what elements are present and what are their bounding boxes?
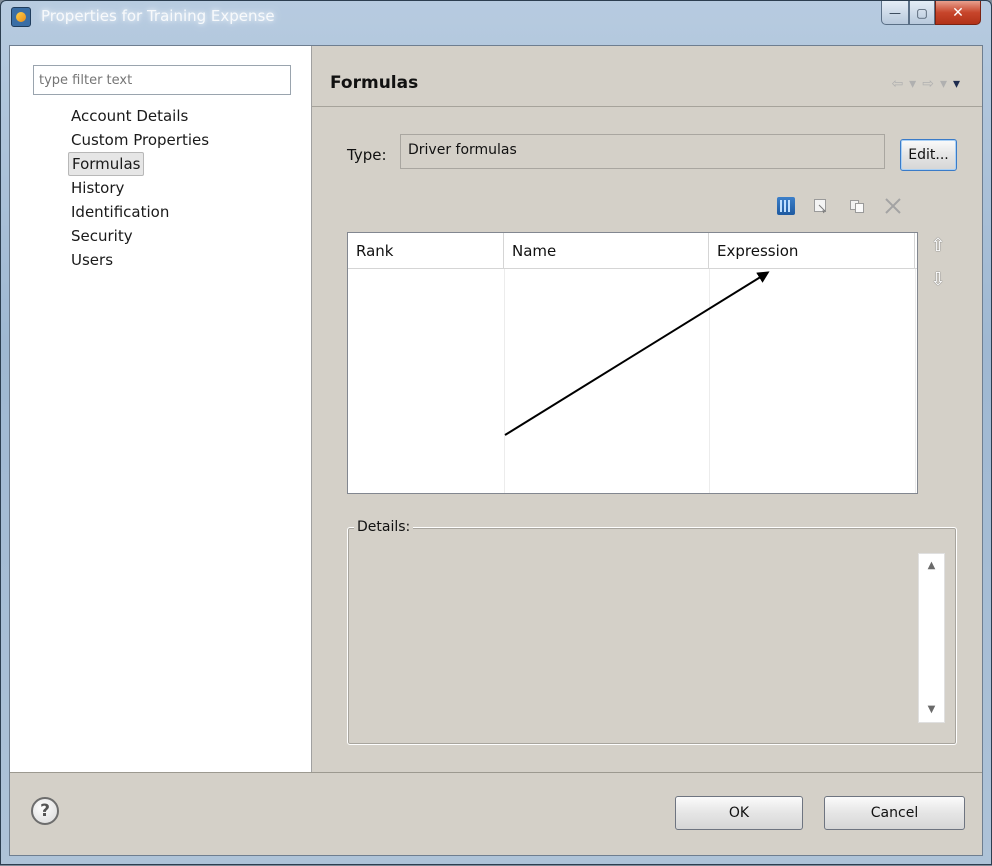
maximize-icon: ▢ <box>916 5 928 20</box>
filter-input[interactable] <box>33 65 291 95</box>
tree-item-formulas[interactable]: Formulas <box>68 152 212 176</box>
column-header-name[interactable]: Name <box>504 233 709 269</box>
forward-arrow-icon[interactable]: ⇨ <box>922 76 940 92</box>
maximize-button[interactable]: ▢ <box>909 1 935 25</box>
details-label: Details: <box>354 519 414 535</box>
page-title: Formulas <box>330 73 419 93</box>
formulas-page: Formulas ⇦▾⇨▾▾ Type: Driver formulas Edi… <box>312 46 982 772</box>
tree-item-identification[interactable]: Identification <box>68 200 212 224</box>
tree-item-label: Security <box>71 227 133 245</box>
title-divider <box>312 106 982 107</box>
minimize-icon: — <box>889 5 901 20</box>
app-icon <box>11 7 31 27</box>
formulas-table: Rank Name Expression <box>347 232 918 494</box>
minimize-button[interactable]: — <box>881 1 909 25</box>
tree-item-label: Custom Properties <box>71 131 210 149</box>
delete-formula-icon[interactable] <box>883 196 903 216</box>
tree-item-users[interactable]: Users <box>68 248 212 272</box>
ok-button[interactable]: OK <box>675 796 803 830</box>
forward-dropdown-icon[interactable]: ▾ <box>940 76 953 92</box>
tree-item-label: History <box>71 179 125 197</box>
view-menu-icon[interactable]: ▾ <box>953 76 966 92</box>
copy-formula-icon[interactable] <box>847 196 867 216</box>
back-arrow-icon[interactable]: ⇦ <box>891 76 909 92</box>
window-title: Properties for Training Expense <box>41 7 275 25</box>
category-tree: Account Details Custom Properties Formul… <box>68 104 212 272</box>
help-icon[interactable]: ? <box>31 797 59 825</box>
column-divider <box>504 269 505 493</box>
tree-item-account-details[interactable]: Account Details <box>68 104 212 128</box>
type-field: Driver formulas <box>400 134 885 169</box>
new-formula-icon[interactable] <box>777 197 795 215</box>
tree-item-history[interactable]: History <box>68 176 212 200</box>
column-header-rank[interactable]: Rank <box>348 233 504 269</box>
move-down-icon[interactable]: ⇩ <box>929 270 947 290</box>
table-header: Rank Name Expression <box>348 233 917 269</box>
title-bar[interactable]: Properties for Training Expense — ▢ ✕ <box>1 1 991 45</box>
page-navigation: ⇦▾⇨▾▾ <box>891 76 966 92</box>
tree-item-security[interactable]: Security <box>68 224 212 248</box>
cancel-button[interactable]: Cancel <box>824 796 965 830</box>
column-divider <box>915 269 916 493</box>
scroll-up-icon[interactable]: ▲ <box>919 556 944 576</box>
reorder-buttons: ⇧ ⇩ <box>929 236 947 290</box>
edit-formula-icon[interactable] <box>811 196 831 216</box>
caption-buttons: — ▢ ✕ <box>881 1 981 27</box>
tree-item-custom-properties[interactable]: Custom Properties <box>68 128 212 152</box>
edit-button[interactable]: Edit... <box>900 139 957 171</box>
move-up-icon[interactable]: ⇧ <box>929 236 947 256</box>
close-button[interactable]: ✕ <box>935 1 981 25</box>
close-icon: ✕ <box>952 4 964 21</box>
back-dropdown-icon[interactable]: ▾ <box>909 76 922 92</box>
scroll-down-icon[interactable]: ▼ <box>919 700 944 720</box>
dialog-client-area: Account Details Custom Properties Formul… <box>9 45 983 856</box>
column-header-expression[interactable]: Expression <box>709 233 915 269</box>
details-group: Details: ▲ ▼ <box>347 519 957 745</box>
footer-divider <box>10 772 982 773</box>
tree-item-label: Account Details <box>71 107 189 125</box>
tree-item-label: Users <box>71 251 114 269</box>
type-label: Type: <box>347 146 387 164</box>
details-scrollbar[interactable]: ▲ ▼ <box>918 553 945 723</box>
tree-item-label: Formulas <box>68 152 145 176</box>
tree-item-label: Identification <box>71 203 170 221</box>
column-divider <box>709 269 710 493</box>
dialog-window: Properties for Training Expense — ▢ ✕ Ac… <box>0 0 992 865</box>
formula-toolbar <box>777 196 903 216</box>
category-pane: Account Details Custom Properties Formul… <box>10 46 312 772</box>
